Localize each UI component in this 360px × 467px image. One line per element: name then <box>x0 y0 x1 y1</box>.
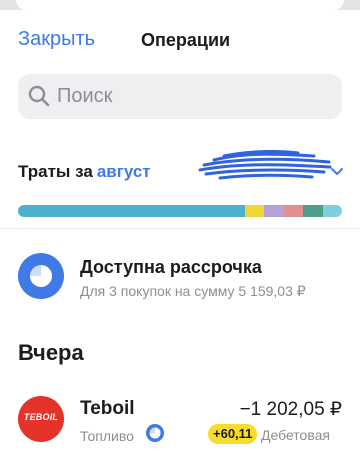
spending-breakdown-bar[interactable] <box>18 205 342 217</box>
transaction-amount: −1 202,05 ₽ <box>239 399 342 420</box>
spending-selector[interactable]: Траты за август <box>18 149 344 184</box>
bar-segment-6 <box>322 205 342 217</box>
installment-title: Доступна рассрочка <box>80 257 262 277</box>
spending-label: Траты за <box>18 162 93 181</box>
divider <box>0 228 360 229</box>
installment-subtitle: Для 3 покупок на сумму 5 159,03 ₽ <box>80 283 306 299</box>
sheet-edge <box>0 0 360 10</box>
installment-small-icon <box>146 424 164 442</box>
bar-segment-3 <box>264 205 284 217</box>
bar-segment-5 <box>303 205 323 217</box>
bar-segment-1 <box>18 205 245 217</box>
bar-segment-4 <box>283 205 304 217</box>
search-placeholder: Поиск <box>57 85 113 107</box>
page-title: Операции <box>141 30 231 50</box>
spending-month[interactable]: август <box>97 162 151 181</box>
bar-segment-2 <box>244 205 265 217</box>
pie-icon <box>30 265 52 287</box>
merchant-logo: TEBOIL <box>18 396 64 442</box>
search-input[interactable]: Поиск <box>18 74 342 119</box>
pie-small-icon <box>149 427 161 439</box>
date-section-title: Вчера <box>18 340 84 365</box>
header: Закрыть Операции <box>0 22 360 62</box>
transaction-row[interactable]: TEBOIL Teboil Топливо −1 202,05 ₽ +60,11… <box>18 396 360 452</box>
installment-icon <box>18 253 64 299</box>
installment-banner[interactable]: Доступна рассрочка Для 3 покупок на сумм… <box>18 253 348 305</box>
merchant-logo-text: TEBOIL <box>23 412 59 422</box>
chevron-down-icon[interactable] <box>330 164 344 178</box>
search-icon <box>28 85 50 107</box>
cashback-badge: +60,11 <box>208 424 258 444</box>
merchant-name: Teboil <box>80 398 135 419</box>
account-name: Дебетовая <box>261 427 330 443</box>
transaction-category: Топливо <box>80 428 134 444</box>
close-button[interactable]: Закрыть <box>18 28 95 51</box>
sheet-card-top <box>16 0 344 10</box>
redaction-scribble <box>198 149 332 180</box>
